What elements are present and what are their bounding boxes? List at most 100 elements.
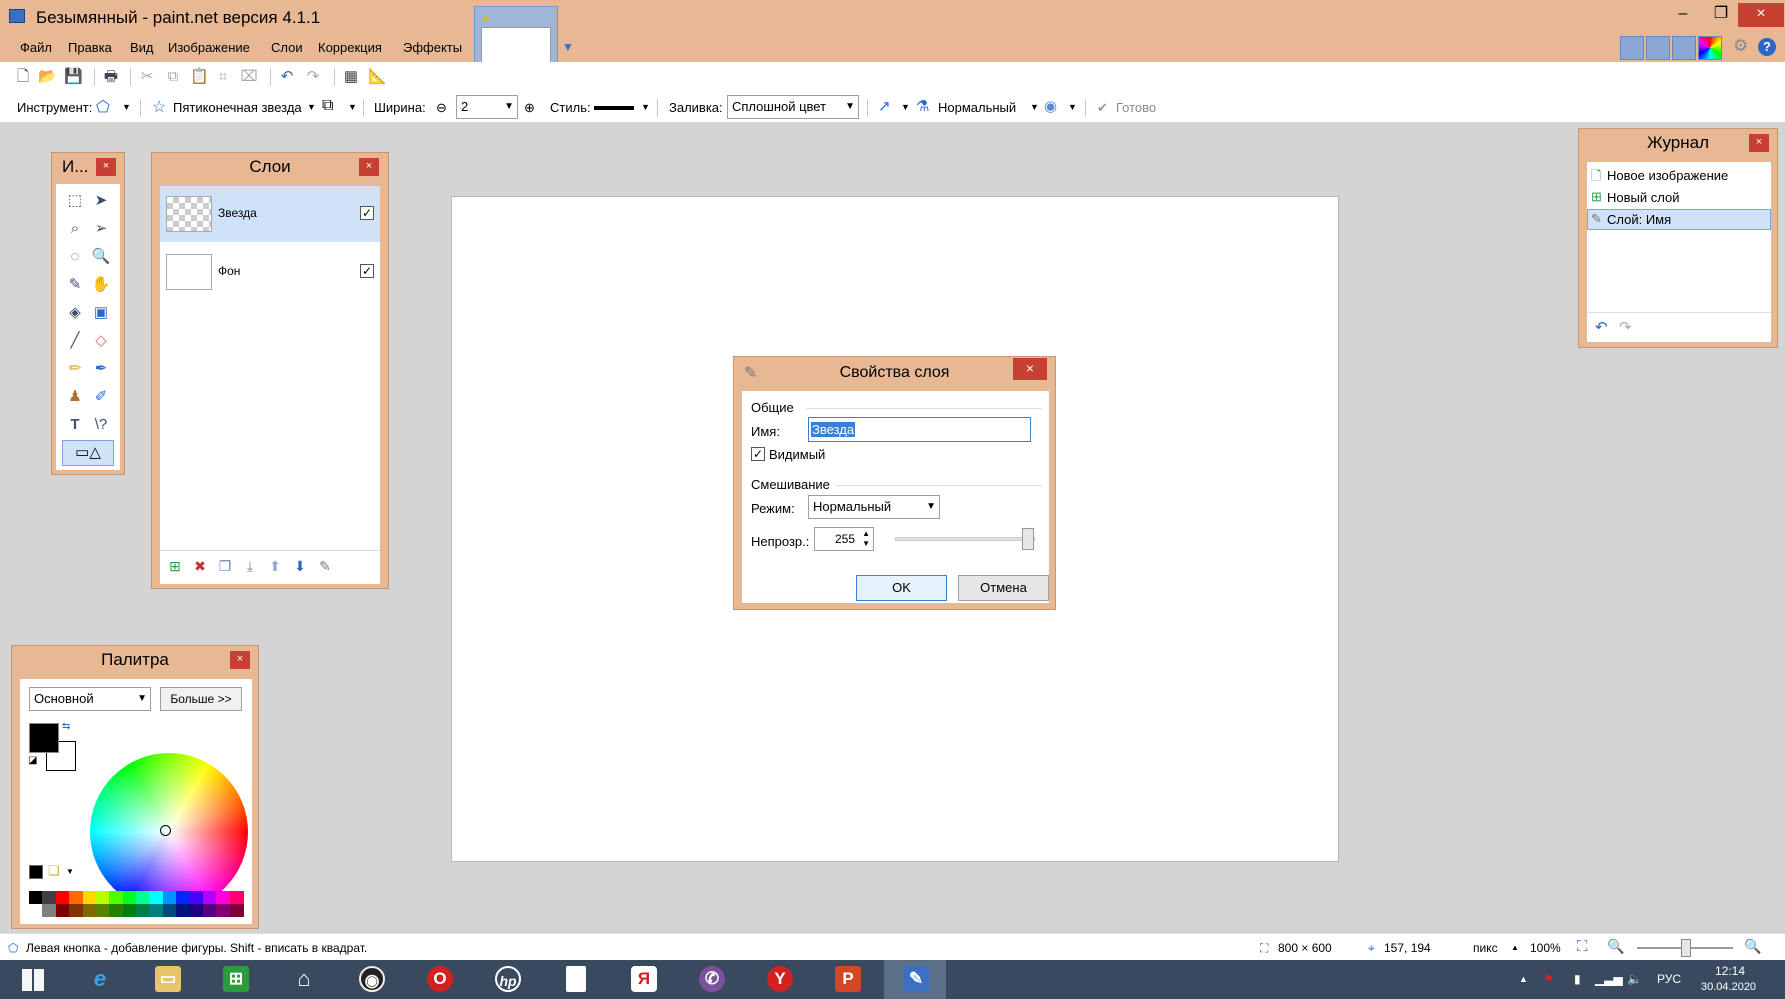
palette-swatch[interactable]	[216, 891, 231, 904]
menu-file[interactable]: Файл	[20, 40, 52, 55]
width-increase-icon[interactable]: ⊕	[524, 100, 535, 116]
move-selection-icon[interactable]: ➤	[90, 190, 112, 212]
palette-swatch[interactable]	[69, 891, 83, 904]
palette-swatch[interactable]	[95, 904, 110, 917]
palette-swatch[interactable]	[82, 891, 97, 904]
palette-swatch[interactable]	[29, 904, 43, 917]
menu-effects[interactable]: Эффекты	[403, 40, 462, 55]
taskbar-paintnet-active[interactable]: ✎	[884, 960, 946, 999]
cut-icon[interactable]: ✂	[138, 68, 156, 86]
layer-row-selected[interactable]: Звезда ✓	[160, 186, 380, 242]
clone-stamp-icon[interactable]: ♟	[64, 386, 86, 408]
selection-mode-icon[interactable]: ◉	[1044, 97, 1057, 115]
taskbar-hp[interactable]: hp	[476, 960, 538, 999]
menu-image[interactable]: Изображение	[168, 40, 250, 55]
zoom-dropdown[interactable]: 100%	[1530, 941, 1561, 955]
palette-swatch[interactable]	[149, 891, 164, 904]
rectangle-select-icon[interactable]: ⬚	[64, 190, 86, 212]
layer-name-input[interactable]: Звезда	[808, 417, 1031, 442]
network-signal-icon[interactable]: ▁▃▅	[1595, 972, 1623, 986]
palette-swatch[interactable]	[122, 904, 137, 917]
layers-panel-close-button[interactable]: ×	[359, 158, 379, 176]
color-picker-icon[interactable]: ✒	[90, 358, 112, 380]
blend-chevron-icon[interactable]: ▼	[1030, 102, 1039, 112]
palette-swatch[interactable]	[29, 891, 43, 904]
pencil-icon[interactable]: ✏	[64, 358, 86, 380]
taskbar-document[interactable]	[544, 960, 606, 999]
zoom-to-window-icon[interactable]: ⛶	[1577, 938, 1588, 955]
line-style-preview[interactable]	[594, 106, 634, 110]
history-item[interactable]: ⊞ Новый слой	[1587, 187, 1771, 208]
layer-row[interactable]: Фон ✓	[160, 244, 380, 300]
delete-layer-icon[interactable]: ✖	[191, 557, 209, 575]
copy-icon[interactable]: ⧉	[164, 68, 182, 86]
draw-type-chevron-icon[interactable]: ▼	[348, 102, 357, 112]
menu-edit[interactable]: Правка	[68, 40, 112, 55]
print-icon[interactable]: 🖶	[102, 68, 120, 86]
close-window-button[interactable]: ×	[1738, 3, 1784, 27]
add-layer-icon[interactable]: ⊞	[166, 557, 184, 575]
taskbar-opera[interactable]: O	[408, 960, 470, 999]
palette-panel-close-button[interactable]: ×	[230, 651, 250, 669]
antialiasing-icon[interactable]: ↗	[878, 97, 891, 115]
palette-swatch[interactable]	[176, 891, 190, 904]
style-chevron-icon[interactable]: ▼	[641, 102, 650, 112]
pan-hand-icon[interactable]: ✋	[90, 274, 112, 296]
taskbar-store[interactable]: ⊞	[204, 960, 266, 999]
open-file-icon[interactable]: 📂	[38, 68, 57, 86]
merge-layer-down-icon[interactable]: ⤓	[241, 557, 259, 575]
recolor-icon[interactable]: ✐	[90, 386, 112, 408]
grid-icon[interactable]: ▦	[342, 68, 360, 86]
width-decrease-icon[interactable]: ⊖	[436, 100, 447, 116]
units-chevron-icon[interactable]: ▲	[1511, 943, 1519, 952]
gradient-icon[interactable]: ▣	[90, 302, 112, 324]
fill-chevron-icon[interactable]: ▼	[845, 96, 855, 118]
undo-icon[interactable]: ↶	[278, 68, 296, 86]
visible-checkbox[interactable]: ✓	[751, 447, 765, 461]
shape-type-dropdown[interactable]: Пятиконечная звезда	[173, 100, 302, 115]
shapes-tool-icon[interactable]: ⬠	[96, 97, 110, 117]
menu-layers[interactable]: Слои	[271, 40, 303, 55]
redo-icon[interactable]: ↷	[304, 68, 322, 86]
palette-preset-select[interactable]: Основной ▼	[29, 687, 151, 711]
blend-mode-chevron-icon[interactable]: ▼	[926, 496, 936, 518]
palette-swatch[interactable]	[42, 891, 57, 904]
blend-mode-select[interactable]: Нормальный ▼	[808, 495, 940, 519]
fill-mode-select[interactable]: Сплошной цвет ▼	[727, 95, 859, 119]
eraser-icon[interactable]: ◇	[90, 330, 112, 352]
input-language[interactable]: РУС	[1657, 972, 1681, 986]
shapes-tool-selected-icon[interactable]: ▭△	[62, 440, 114, 466]
palette-options-icon[interactable]: ❏	[48, 863, 60, 879]
save-icon[interactable]: 💾	[64, 68, 83, 86]
cancel-button[interactable]: Отмена	[958, 575, 1049, 601]
palette-swatch[interactable]	[216, 904, 231, 917]
tool-dropdown-chevron-icon[interactable]: ▼	[122, 102, 131, 112]
restore-button[interactable]: ❐	[1704, 3, 1738, 27]
palette-swatch[interactable]	[109, 904, 124, 917]
settings-gear-icon[interactable]: ⚙	[1733, 36, 1748, 56]
opacity-slider-thumb[interactable]	[1022, 528, 1034, 550]
new-file-icon[interactable]: 🗋	[14, 68, 32, 86]
line-curve-icon[interactable]: \?	[90, 414, 112, 436]
primary-color-swatch[interactable]	[29, 723, 59, 753]
palette-swatch[interactable]	[136, 891, 150, 904]
more-colors-button[interactable]: Больше >>	[160, 687, 242, 711]
lasso-select-icon[interactable]: ⌕	[64, 218, 86, 240]
shape-draw-type-icon[interactable]: ⧉	[322, 97, 333, 115]
swap-colors-icon[interactable]: ⇆	[62, 721, 70, 732]
deselect-icon[interactable]: ⌧	[240, 68, 258, 86]
palette-swatch[interactable]	[136, 904, 150, 917]
palette-swatch[interactable]	[229, 904, 244, 917]
ellipse-select-icon[interactable]: ◌	[64, 246, 86, 268]
clock-date[interactable]: 30.04.2020	[1701, 981, 1756, 993]
tools-window-toggle-icon[interactable]	[1620, 36, 1644, 60]
opacity-input[interactable]: 255 ▲ ▼	[814, 527, 874, 551]
paste-icon[interactable]: 📋	[190, 68, 209, 86]
units-dropdown[interactable]: пикс	[1473, 941, 1498, 955]
layer-visibility-checkbox[interactable]: ✓	[360, 264, 374, 278]
taskbar-powerpoint[interactable]: P	[816, 960, 878, 999]
minimize-button[interactable]: –	[1666, 3, 1700, 27]
shape-dropdown-chevron-icon[interactable]: ▼	[307, 102, 316, 112]
palette-swatch[interactable]	[55, 891, 70, 904]
crop-icon[interactable]: ⌗	[214, 68, 232, 86]
